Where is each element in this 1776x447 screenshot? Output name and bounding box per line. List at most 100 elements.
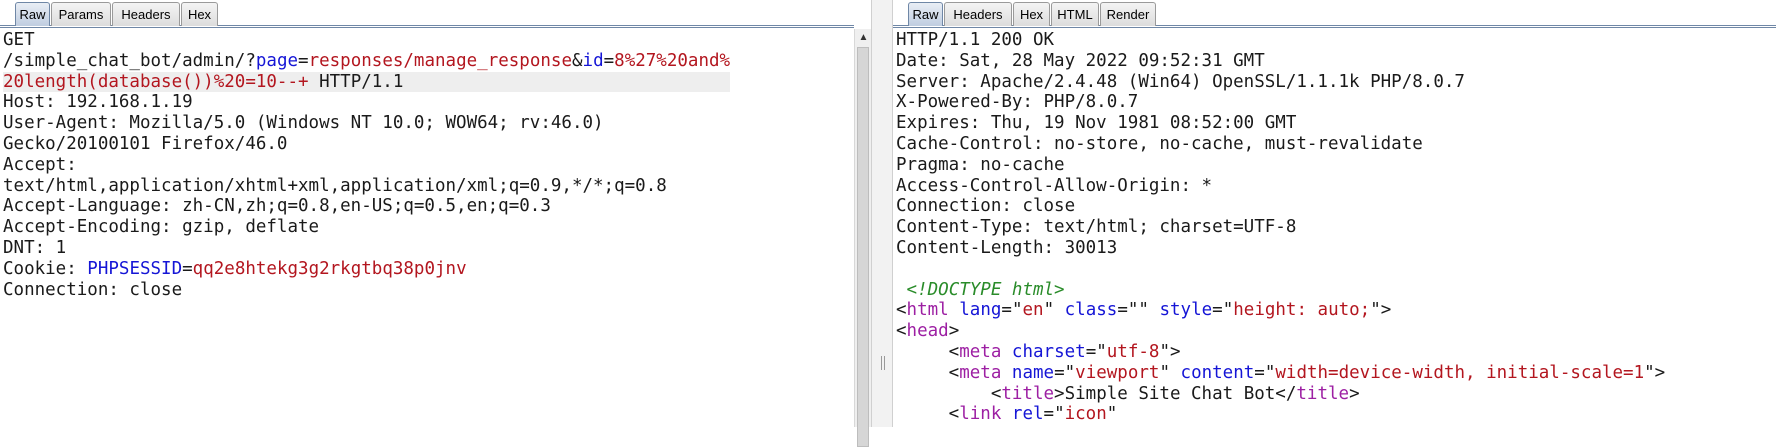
scroll-up-arrow-icon[interactable]: ▲ [857, 31, 870, 44]
request-token: 8%27%20and% [614, 50, 731, 71]
request-token: Gecko/20100101 Firefox/46.0 [3, 133, 288, 154]
response-token: height: auto; [1233, 300, 1371, 321]
response-viewer: HTTP/1.1 200 OK Date: Sat, 28 May 2022 09… [896, 30, 1665, 425]
request-token: = [182, 258, 193, 279]
response-token: Pragma: no-cache [896, 154, 1065, 175]
request-token: Connection: close [3, 279, 183, 300]
response-token: en [1022, 300, 1044, 321]
response-line: <head> [896, 321, 1665, 342]
scroll-thumb[interactable] [857, 47, 869, 447]
splitter-grip-icon[interactable] [881, 356, 885, 370]
response-token: meta [959, 362, 1002, 383]
response-token: Expires: Thu, 19 Nov 1981 08:52:00 GMT [896, 113, 1297, 134]
response-token: < [896, 383, 1002, 404]
response-line: <meta name="viewport" content="width=dev… [896, 362, 1666, 384]
request-tab-params[interactable]: Params [51, 2, 111, 26]
response-line: Content-Length: 30013 [896, 238, 1665, 259]
request-line: GET [3, 30, 730, 51]
response-token: lang [959, 300, 1002, 321]
response-token [1001, 342, 1012, 362]
response-token [1001, 404, 1012, 424]
response-token: =" [1212, 300, 1234, 321]
request-token: PHPSESSID [87, 258, 183, 279]
request-editor[interactable]: GET/simple_chat_bot/admin/?page=response… [3, 30, 731, 300]
response-token: head [906, 321, 949, 342]
request-scrollbar[interactable]: ▲ [854, 29, 871, 447]
response-token: viewport [1075, 362, 1160, 383]
response-token: <!DOCTYPE html> [906, 279, 1065, 300]
response-token: link [959, 404, 1002, 425]
response-token: charset [1011, 341, 1086, 362]
response-token: class [1064, 300, 1118, 321]
response-token: < [896, 321, 907, 342]
pane-splitter[interactable] [871, 0, 893, 427]
response-tab-hex[interactable]: Hex [1013, 2, 1050, 26]
request-token: = [603, 50, 615, 71]
request-token: responses/manage_response [308, 50, 572, 71]
response-tab-raw[interactable]: Raw [908, 2, 943, 26]
request-token: & [571, 50, 583, 71]
response-token: Server: Apache/2.4.48 (Win64) OpenSSL/1.… [896, 71, 1465, 92]
response-token: "> [1370, 300, 1392, 321]
response-token: " [1106, 404, 1118, 425]
response-token: < [896, 404, 960, 425]
response-line: Cache-Control: no-store, no-cache, must-… [896, 134, 1665, 155]
response-token: Content-Length: 30013 [896, 237, 1118, 258]
response-token: rel [1011, 404, 1044, 425]
response-token: =" [1043, 404, 1065, 425]
request-token: GET [3, 30, 35, 50]
response-token: =" [1054, 362, 1076, 383]
request-line: Gecko/20100101 Firefox/46.0 [3, 134, 730, 155]
request-line: Accept-Language: zh-CN,zh;q=0.8,en-US;q=… [3, 196, 730, 217]
request-tab-bar: Raw Params Headers Hex [0, 0, 854, 28]
response-line: Date: Sat, 28 May 2022 09:52:31 GMT [896, 51, 1665, 72]
response-line: Connection: close [896, 196, 1665, 217]
response-token: Access-Control-Allow-Origin: * [896, 175, 1213, 196]
response-token: utf-8 [1106, 341, 1160, 362]
request-line: Host: 192.168.1.19 [3, 92, 730, 113]
response-token: HTTP/1.1 200 OK [896, 30, 1055, 50]
request-line: Accept: [3, 155, 730, 176]
response-line: <title>Simple Site Chat Bot</title> [896, 384, 1665, 405]
request-line: text/html,application/xhtml+xml,applicat… [3, 176, 730, 197]
response-line: Expires: Thu, 19 Nov 1981 08:52:00 GMT [896, 113, 1665, 134]
response-tab-render[interactable]: Render [1100, 2, 1156, 26]
response-token: Cache-Control: no-store, no-cache, must-… [896, 133, 1423, 154]
request-line: /simple_chat_bot/admin/?page=responses/m… [3, 51, 730, 72]
request-line: Cookie: PHPSESSID=qq2e8htekg3g2rkgtbq38p… [3, 259, 730, 280]
request-line: Accept-Encoding: gzip, deflate [3, 217, 730, 238]
request-token: Accept-Encoding: gzip, deflate [3, 217, 320, 238]
response-token: > [1349, 383, 1360, 404]
request-token: 20length(database())%20=10--+ [3, 71, 309, 92]
request-token: User-Agent: Mozilla/5.0 (Windows NT 10.0… [3, 113, 604, 134]
response-line: <html lang="en" class="" style="height: … [896, 300, 1665, 321]
response-line: <meta charset="utf-8"> [896, 342, 1665, 363]
response-line [896, 259, 1665, 280]
request-token: Accept: [3, 154, 77, 175]
response-token: " [1043, 300, 1065, 321]
request-pane: Raw Params Headers Hex GET/simple_chat_b… [0, 0, 854, 427]
response-token: < [896, 341, 960, 362]
response-tab-bar: Raw Headers Hex HTML Render [893, 0, 1776, 28]
response-token: style [1159, 300, 1213, 321]
response-token: title [1001, 383, 1055, 404]
request-tab-headers[interactable]: Headers [112, 2, 180, 26]
response-token: "> [1644, 362, 1666, 383]
response-line: Server: Apache/2.4.48 (Win64) OpenSSL/1.… [896, 72, 1665, 93]
request-token: qq2e8htekg3g2rkgtbq38p0jnv [192, 258, 467, 279]
response-token: html [906, 300, 949, 321]
response-line: Pragma: no-cache [896, 155, 1665, 176]
response-line: Access-Control-Allow-Origin: * [896, 176, 1665, 197]
response-line: <link rel="icon" [896, 404, 1665, 425]
request-token: Host: 192.168.1.19 [3, 92, 193, 113]
request-tab-hex[interactable]: Hex [181, 2, 218, 26]
request-line: DNT: 1 [3, 238, 730, 259]
response-tab-html[interactable]: HTML [1051, 2, 1099, 26]
response-tab-headers[interactable]: Headers [944, 2, 1012, 26]
request-tab-raw[interactable]: Raw [15, 2, 50, 26]
request-token: HTTP/1.1 [308, 71, 404, 92]
response-token: =" [1254, 362, 1276, 383]
response-token: " [1159, 362, 1181, 383]
response-token: ="" [1117, 300, 1160, 321]
response-line: X-Powered-By: PHP/8.0.7 [896, 92, 1665, 113]
